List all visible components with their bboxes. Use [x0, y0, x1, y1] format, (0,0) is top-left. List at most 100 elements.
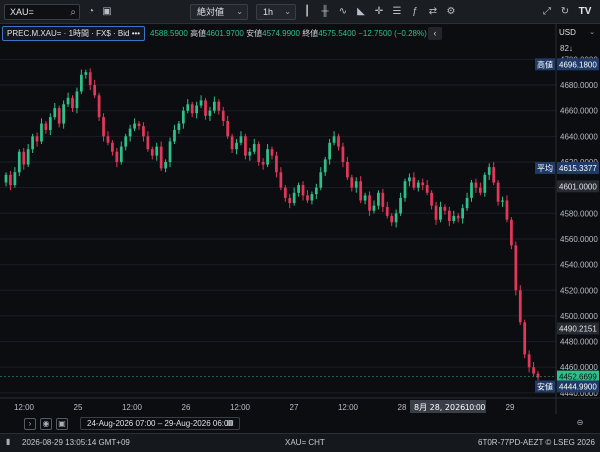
candle [48, 117, 52, 130]
crosshair-icon[interactable]: ✛ [372, 5, 386, 19]
indicator-icon[interactable]: ƒ [408, 5, 422, 19]
candle [385, 206, 389, 216]
reset-zoom-icon[interactable]: ⊖ [574, 418, 586, 430]
close-label: 終値 [302, 29, 319, 38]
candle [53, 108, 57, 118]
clock-icon[interactable]: ◔ [84, 5, 98, 19]
symbol-status: XAU= CHT [285, 438, 325, 447]
settings-icon[interactable]: ⚙ [444, 5, 458, 19]
candle [292, 192, 296, 204]
candle [478, 187, 482, 193]
candle-icon[interactable]: ┃ [300, 5, 314, 19]
candle [492, 167, 496, 183]
candle [137, 123, 141, 127]
go-to-end-icon[interactable]: › [24, 418, 36, 430]
candle [341, 146, 345, 162]
candle [363, 195, 367, 201]
symbol-search-input[interactable]: XAU= ⌕ [4, 4, 80, 20]
low-value: 4574.9900 [262, 29, 300, 38]
timestamp: 2026-08-29 13:05:14 GMT+09 [22, 438, 130, 447]
plot-area [0, 44, 556, 398]
legend-row: PREC.M.XAU= · 1時間 · FX$ · Bid ••• 4588.5… [0, 26, 556, 42]
compare-icon[interactable]: ⇄ [426, 5, 440, 19]
candle [142, 126, 145, 137]
candle [9, 174, 12, 186]
area-icon[interactable]: ◣ [354, 5, 368, 19]
candle [301, 185, 305, 196]
interval-select[interactable]: 1h ⌄ [256, 4, 296, 20]
candle [501, 200, 504, 202]
interval-label: 1h [263, 7, 274, 17]
price-label: 4452.6699 [559, 373, 597, 382]
refresh-icon[interactable]: ↻ [558, 5, 572, 19]
candle [350, 177, 354, 188]
candle [487, 167, 491, 175]
range-bar: › ◉ ▣ 24-Aug-2026 07:00 – 29-Aug-2026 06… [0, 414, 600, 433]
y-tick-label: 4540.0000 [560, 261, 598, 270]
candle [84, 72, 88, 75]
candle [244, 136, 247, 156]
candle [13, 172, 17, 186]
scale-indicator: 82↓ [560, 44, 573, 53]
candle [71, 97, 74, 109]
window-icon[interactable]: ▣ [100, 5, 114, 19]
date-range-field[interactable]: 24-Aug-2026 07:00 – 29-Aug-2026 06:00 [80, 417, 240, 430]
change-value: −12.7500 (−0.28%) [358, 29, 427, 38]
price-chart[interactable]: 4700.00004680.00004660.00004640.00004620… [0, 0, 600, 452]
candle [496, 182, 500, 202]
candle [452, 215, 456, 221]
ohlc-icon[interactable]: ╫ [318, 5, 332, 19]
candle [314, 187, 318, 195]
menu-icon[interactable]: ☰ [390, 5, 404, 19]
candle [532, 367, 535, 374]
more-icon[interactable]: ••• [132, 29, 140, 38]
search-icon[interactable]: ⌕ [70, 7, 76, 18]
chart-style-select[interactable]: 絶対値 ⌄ [190, 4, 248, 20]
chevron-down-icon: ⌄ [284, 7, 291, 16]
y-tick-label: 4520.0000 [560, 286, 598, 295]
window-icon[interactable]: ▣ [56, 418, 68, 430]
candle [124, 136, 128, 147]
candle [208, 110, 212, 116]
candle [434, 205, 438, 220]
symbol-search-value: XAU= [10, 7, 34, 17]
chart-style-label: 絶対値 [197, 7, 225, 17]
source-credit: 6T0R-77PD-AEZT © LSEG 2026 [478, 438, 595, 447]
candle [106, 136, 110, 143]
x-tick-label: 29 [506, 403, 515, 412]
candle [40, 123, 43, 142]
candle [337, 136, 340, 147]
low-label: 安値 [246, 29, 263, 38]
candle [35, 136, 39, 142]
candle [190, 104, 194, 114]
expand-icon[interactable]: ⤢ [540, 5, 554, 19]
price-marker-label: 安値 [537, 381, 553, 391]
candle [372, 205, 376, 211]
candle [168, 141, 172, 162]
candle [483, 174, 487, 193]
candle [323, 159, 327, 173]
candle [181, 110, 185, 124]
close-value: 4575.5400 [318, 29, 357, 38]
candle [4, 174, 8, 183]
date-range-value: 24-Aug-2026 07:00 – 29-Aug-2026 06:00 [87, 419, 233, 428]
candle [288, 197, 292, 204]
candle [368, 195, 371, 211]
x-tick-label: 25 [74, 403, 83, 412]
y-tick-label: 4560.0000 [560, 235, 598, 244]
candle [354, 181, 358, 188]
price-label: 4444.9900 [559, 382, 597, 391]
collapse-legend-button[interactable]: ‹ [428, 27, 442, 40]
instrument-badge[interactable]: PREC.M.XAU= · 1時間 · FX$ · Bid ••• [2, 26, 146, 41]
candle [133, 123, 136, 129]
currency-select[interactable]: USD ⌄ [559, 28, 597, 41]
camera-icon[interactable]: ◉ [40, 418, 52, 430]
candle [177, 123, 181, 130]
candle [239, 136, 243, 143]
calendar-icon[interactable]: ▦ [224, 418, 236, 430]
candle [155, 146, 159, 156]
price-label: 4615.3377 [559, 164, 597, 173]
candle [430, 192, 433, 206]
chevron-down-icon: ⌄ [589, 29, 595, 36]
line-icon[interactable]: ∿ [336, 5, 350, 19]
